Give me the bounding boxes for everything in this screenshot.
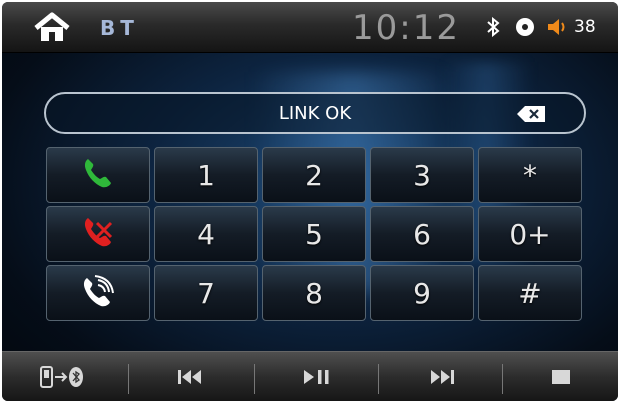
- call-answer-button[interactable]: [46, 147, 150, 203]
- clock: 10:12: [352, 8, 460, 48]
- dial-key-label: 6: [413, 217, 431, 251]
- status-icons: 38: [482, 16, 596, 38]
- dial-key-label: 5: [305, 217, 323, 251]
- dial-key[interactable]: 3: [370, 147, 474, 203]
- call-transfer-icon: [81, 274, 115, 312]
- dial-key[interactable]: #: [478, 265, 582, 321]
- dial-key[interactable]: *: [478, 147, 582, 203]
- dial-key-label: 0+: [509, 217, 551, 251]
- call-end-icon: [81, 215, 115, 253]
- call-transfer-button[interactable]: [46, 265, 150, 321]
- phone-to-bluetooth-icon: [40, 366, 83, 388]
- dial-key[interactable]: 9: [370, 265, 474, 321]
- backspace-button[interactable]: [516, 105, 546, 123]
- call-end-button[interactable]: [46, 206, 150, 262]
- disc-icon: [514, 16, 536, 38]
- next-track-button[interactable]: [380, 352, 502, 401]
- home-icon: [34, 12, 70, 41]
- stop-button[interactable]: [504, 352, 618, 401]
- home-button[interactable]: [32, 12, 72, 44]
- dial-key[interactable]: 0+: [478, 206, 582, 262]
- volume-icon: [546, 16, 568, 38]
- dial-key[interactable]: 7: [154, 265, 258, 321]
- dial-key[interactable]: 5: [262, 206, 366, 262]
- dial-key-label: 2: [305, 158, 323, 192]
- dial-key-label: #: [518, 276, 542, 310]
- dial-key-label: 7: [197, 276, 215, 310]
- dial-key-label: 3: [413, 158, 431, 192]
- status-bar: BT 10:12 38: [2, 2, 618, 53]
- dial-key-label: 4: [197, 217, 215, 251]
- dial-key-label: 8: [305, 276, 323, 310]
- previous-track-icon: [178, 370, 201, 384]
- play-pause-icon: [304, 370, 329, 384]
- bt-phone-screen: BT 10:12 38 LINK OK 1 2 3 * 4 5 6 0+ 7 8 9 #: [2, 2, 618, 401]
- bluetooth-icon: [482, 16, 504, 38]
- dial-key[interactable]: 2: [262, 147, 366, 203]
- dial-key-label: 9: [413, 276, 431, 310]
- dial-key[interactable]: 8: [262, 265, 366, 321]
- previous-track-button[interactable]: [130, 352, 252, 401]
- backspace-icon: [517, 106, 545, 122]
- dial-keypad: 1 2 3 * 4 5 6 0+ 7 8 9 #: [46, 147, 584, 323]
- toolbar-divider: [502, 364, 503, 394]
- dial-key[interactable]: 6: [370, 206, 474, 262]
- toolbar-divider: [378, 364, 379, 394]
- stop-icon: [552, 370, 570, 384]
- call-answer-icon: [81, 156, 115, 194]
- toolbar-divider: [254, 364, 255, 394]
- phone-to-bluetooth-button[interactable]: [2, 352, 124, 401]
- dial-key[interactable]: 4: [154, 206, 258, 262]
- toolbar-divider: [128, 364, 129, 394]
- next-track-icon: [431, 370, 454, 384]
- play-pause-button[interactable]: [256, 352, 378, 401]
- bottom-toolbar: [2, 351, 618, 401]
- dial-key[interactable]: 1: [154, 147, 258, 203]
- volume-level: 38: [574, 17, 596, 37]
- dial-key-label: *: [523, 158, 537, 192]
- number-display: LINK OK: [44, 92, 586, 134]
- dial-key-label: 1: [197, 158, 215, 192]
- source-label: BT: [100, 16, 139, 40]
- display-text: LINK OK: [278, 103, 352, 124]
